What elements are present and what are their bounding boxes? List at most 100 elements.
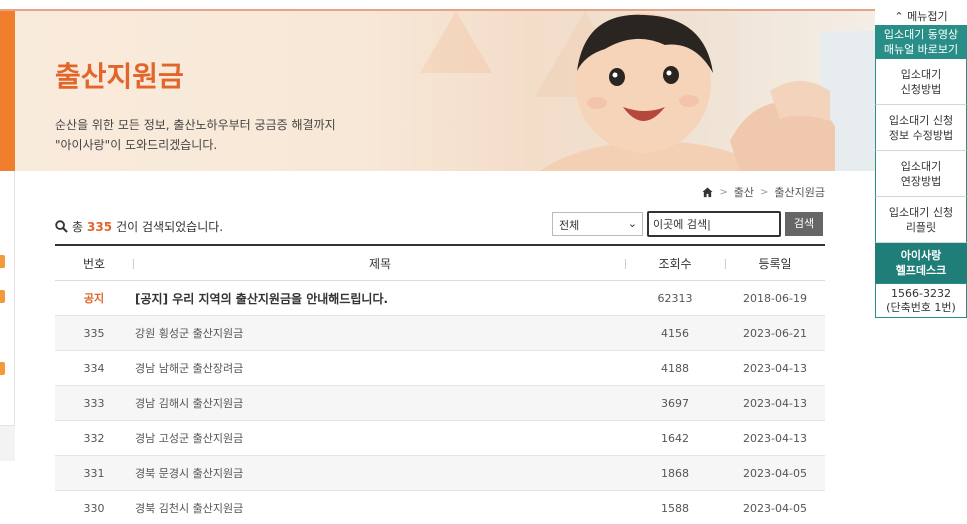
search-category-select[interactable]: 전체 ⌄	[552, 212, 643, 236]
row-title-link[interactable]: 강원 횡성군 출산지원금	[133, 325, 625, 341]
row-date: 2023-04-13	[743, 396, 807, 410]
table-header: 번호 제목 조회수 등록일	[55, 244, 825, 281]
row-no: 335	[83, 326, 105, 340]
row-no: 333	[83, 396, 105, 410]
row-title-link[interactable]: 경남 남해군 출산장려금	[133, 360, 625, 376]
chevron-down-icon: ⌄	[627, 217, 637, 230]
side-menu-line: 입소대기	[900, 67, 942, 81]
helpdesk-line: 아이사랑	[900, 249, 942, 262]
helpdesk-phone-number: 1566-3232	[891, 287, 951, 300]
row-views: 4188	[661, 361, 689, 375]
table-row-notice[interactable]: 공지 [공지] 우리 지역의 출산지원금을 안내해드립니다. 62313 201…	[55, 281, 825, 316]
side-menu-line: 입소대기	[900, 159, 942, 173]
header-title: 제목	[133, 255, 625, 272]
left-accent-strip	[0, 11, 15, 171]
row-views: 1642	[661, 431, 689, 445]
header-title-label: 제목	[368, 256, 392, 271]
row-views: 3697	[661, 396, 689, 410]
side-menu-item[interactable]: 입소대기 연장방법	[875, 151, 967, 197]
chevron-up-icon: ⌃	[894, 10, 904, 23]
side-menu-item[interactable]: 입소대기 신청방법	[875, 59, 967, 105]
banner-subtitle-line: 순산을 위한 모든 정보, 출산노하우부터 궁금증 해결까지	[55, 118, 336, 132]
side-menu-item[interactable]: 입소대기 신청 정보 수정방법	[875, 105, 967, 151]
home-icon[interactable]	[702, 186, 713, 198]
helpdesk-phone: 1566-3232 (단축번호 1번)	[875, 283, 967, 318]
side-menu-line: 정보 수정방법	[888, 128, 954, 142]
menu-collapse-button[interactable]: ⌃ 메뉴접기	[875, 9, 967, 25]
video-manual-line: 매뉴얼 바로보기	[883, 43, 959, 56]
video-manual-line: 입소대기 동영상	[883, 28, 959, 41]
search-result-summary: 총 335 건이 검색되었습니다.	[55, 218, 223, 235]
row-title-link[interactable]: 경남 고성군 출산지원금	[133, 430, 625, 446]
left-sidebar-tab[interactable]	[0, 290, 5, 303]
table-row[interactable]: 330 경북 김천시 출산지원금 1588 2023-04-05	[55, 491, 825, 524]
table-row[interactable]: 331 경북 문경시 출산지원금 1868 2023-04-05	[55, 456, 825, 491]
left-sidebar-tab[interactable]	[0, 362, 5, 375]
side-menu-line: 입소대기 신청	[888, 205, 954, 219]
video-manual-link[interactable]: 입소대기 동영상 매뉴얼 바로보기	[875, 25, 967, 59]
side-menu-line: 입소대기 신청	[888, 113, 954, 127]
helpdesk-line: 헬프데스크	[895, 264, 947, 277]
helpdesk-phone-note: (단축번호 1번)	[886, 301, 956, 314]
row-views: 1868	[661, 466, 689, 480]
table-row[interactable]: 334 경남 남해군 출산장려금 4188 2023-04-13	[55, 351, 825, 386]
decor-triangle	[420, 11, 492, 73]
row-date: 2023-04-05	[743, 501, 807, 515]
banner-subtitle-line: "아이사랑"이 도와드리겠습니다.	[55, 138, 218, 152]
row-date: 2023-04-13	[743, 361, 807, 375]
row-title-link[interactable]: 경북 김천시 출산지원금	[133, 500, 625, 516]
notice-board-table: 번호 제목 조회수 등록일 공지 [공지] 우리 지역의 출산지원금을 안내해드…	[55, 244, 825, 524]
header-divider	[133, 258, 134, 269]
search-input[interactable]	[647, 211, 781, 237]
parent-hand-photo	[730, 31, 875, 171]
side-menu-item[interactable]: 입소대기 신청 리플릿	[875, 197, 967, 243]
header-divider	[725, 258, 726, 269]
side-menu-line: 연장방법	[900, 174, 942, 188]
table-row[interactable]: 332 경남 고성군 출산지원금 1642 2023-04-13	[55, 421, 825, 456]
header-views: 조회수	[625, 255, 725, 272]
row-title-link[interactable]: [공지] 우리 지역의 출산지원금을 안내해드립니다.	[133, 290, 625, 307]
row-date: 2023-06-21	[743, 326, 807, 340]
result-suffix: 건이 검색되었습니다.	[116, 220, 224, 234]
menu-collapse-label: 메뉴접기	[907, 10, 948, 23]
row-no: 330	[83, 501, 105, 515]
side-menu-line: 신청방법	[900, 82, 942, 96]
result-prefix: 총	[72, 220, 84, 234]
header-views-label: 조회수	[658, 256, 692, 271]
header-date: 등록일	[725, 255, 825, 272]
search-icon	[55, 220, 68, 233]
row-title-link[interactable]: 경남 김해시 출산지원금	[133, 395, 625, 411]
breadcrumb: > 출산 > 출산지원금	[702, 184, 825, 200]
breadcrumb-item[interactable]: 출산지원금	[774, 184, 825, 200]
banner-subtitle: 순산을 위한 모든 정보, 출산노하우부터 궁금증 해결까지 "아이사랑"이 도…	[55, 115, 336, 155]
header-divider	[625, 258, 626, 269]
row-title-link[interactable]: 경북 문경시 출산지원금	[133, 465, 625, 481]
row-no: 공지	[83, 292, 105, 305]
search-button[interactable]: 검색	[785, 212, 823, 236]
table-row[interactable]: 333 경남 김해시 출산지원금 3697 2023-04-13	[55, 386, 825, 421]
breadcrumb-item[interactable]: 출산	[734, 184, 754, 200]
row-views: 62313	[657, 291, 693, 305]
page-title: 출산지원금	[55, 60, 184, 93]
chevron-right-icon: >	[719, 186, 728, 198]
row-no: 331	[83, 466, 105, 480]
row-views: 1588	[661, 501, 689, 515]
chevron-right-icon: >	[760, 186, 769, 198]
helpdesk-link[interactable]: 아이사랑 헬프데스크	[875, 243, 967, 283]
row-no: 332	[83, 431, 105, 445]
left-sidebar-tab[interactable]	[0, 255, 5, 268]
quick-side-menu: ⌃ 메뉴접기 입소대기 동영상 매뉴얼 바로보기 입소대기 신청방법 입소대기 …	[875, 9, 967, 318]
header-no: 번호	[82, 256, 106, 271]
row-date: 2018-06-19	[743, 291, 807, 305]
side-menu-line: 리플릿	[905, 220, 937, 234]
row-date: 2023-04-05	[743, 466, 807, 480]
row-no: 334	[83, 361, 105, 375]
table-row[interactable]: 335 강원 횡성군 출산지원금 4156 2023-06-21	[55, 316, 825, 351]
left-sidebar	[0, 171, 15, 461]
left-sidebar-footer	[0, 425, 15, 461]
result-count: 335	[87, 219, 113, 234]
header-date-label: 등록일	[758, 256, 792, 271]
search-category-value: 전체	[559, 219, 580, 232]
row-views: 4156	[661, 326, 689, 340]
row-date: 2023-04-13	[743, 431, 807, 445]
